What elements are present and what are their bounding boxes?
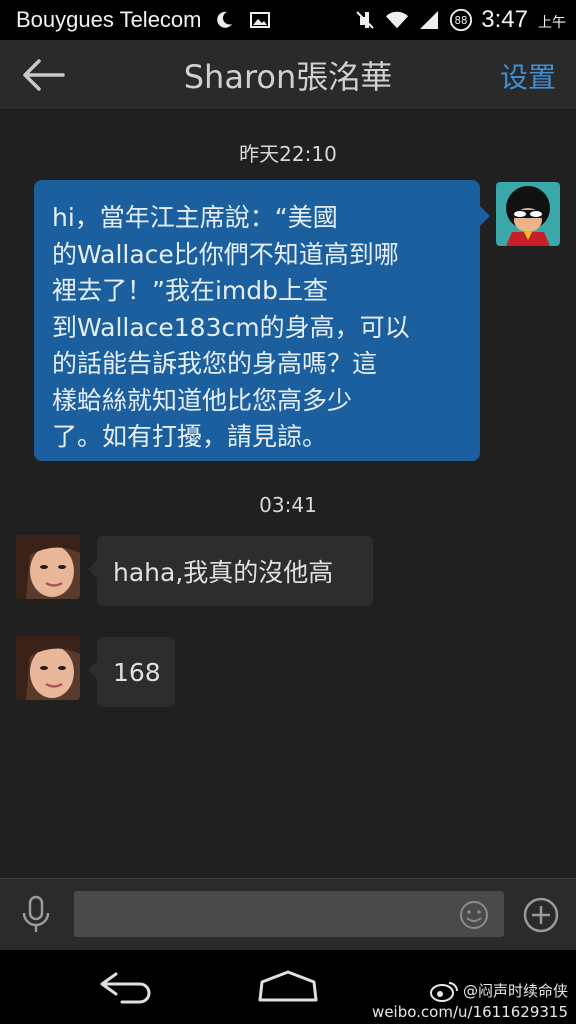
contact-avatar[interactable]	[16, 636, 80, 700]
message-line: hi，當年江主席說：“美國	[52, 203, 338, 232]
plus-icon	[523, 897, 559, 933]
message-line: 的話能告訴我您的身高嗎？這	[52, 349, 378, 378]
message-text: 168	[113, 657, 161, 687]
arrow-left-icon	[23, 59, 65, 91]
message-line: 到Wallace183cm的身高，可以	[52, 312, 410, 342]
moon-icon	[212, 8, 236, 32]
back-button[interactable]	[18, 54, 68, 96]
watermark-handle: @闷声时续命侠	[462, 982, 568, 1000]
battery-icon: 88	[449, 8, 473, 32]
message-input[interactable]	[74, 891, 504, 937]
system-nav-bar: @闷声时续命侠 weibo.com/u/1611629315	[0, 950, 576, 1024]
message-timestamp: 昨天22:10	[239, 142, 337, 166]
image-icon	[248, 8, 272, 32]
microphone-icon	[22, 895, 50, 932]
settings-button[interactable]: 设置	[500, 56, 556, 96]
chat-area[interactable]: 昨天22:10 hi，當年江主席說：“美國 的Wallace比你們不知道高到哪 …	[0, 110, 576, 878]
battery-level: 88	[455, 16, 468, 27]
nav-back-button[interactable]	[96, 968, 156, 1004]
status-bar: Bouygues Telecom 88 3:47 上午	[0, 0, 576, 40]
weibo-logo-icon	[429, 982, 458, 1002]
nav-home-icon	[258, 970, 318, 1002]
bubble-tail	[88, 560, 97, 578]
emoji-button[interactable]	[458, 899, 490, 931]
message-line: 裡去了！”我在imdb上查	[52, 276, 328, 305]
my-avatar[interactable]	[496, 182, 560, 246]
message-line: 樣蛤絲就知道他比您高多少	[52, 385, 353, 415]
nav-home-button[interactable]	[256, 968, 320, 1004]
chat-header: Sharon張洺華 设置	[0, 40, 576, 110]
mute-icon	[353, 8, 377, 32]
clock-ampm: 上午	[538, 15, 566, 31]
signal-icon	[417, 8, 441, 32]
message-timestamp: 03:41	[259, 493, 317, 517]
message-line: 的Wallace比你們不知道高到哪	[52, 239, 399, 269]
wifi-icon	[385, 8, 409, 32]
message-input-bar	[0, 878, 576, 950]
weibo-watermark: @闷声时续命侠 weibo.com/u/1611629315	[372, 980, 568, 1022]
chat-title: Sharon張洺華	[183, 57, 393, 96]
message-line: 了。如有打擾，請見諒。	[52, 422, 328, 451]
nav-back-icon	[100, 972, 151, 1004]
bubble-tail	[88, 661, 97, 679]
incoming-message-bubble[interactable]: haha,我真的沒他高	[88, 536, 373, 606]
microphone-button[interactable]	[18, 895, 54, 935]
watermark-url: weibo.com/u/1611629315	[372, 1003, 568, 1021]
carrier-name: Bouygues Telecom	[16, 7, 202, 32]
incoming-message-bubble[interactable]: 168	[88, 637, 175, 707]
attach-button[interactable]	[522, 896, 560, 934]
emoji-icon	[460, 901, 488, 929]
contact-avatar[interactable]	[16, 535, 80, 599]
bubble-tail	[480, 206, 490, 226]
message-text: haha,我真的沒他高	[113, 558, 334, 587]
outgoing-message-bubble[interactable]: hi，當年江主席說：“美國 的Wallace比你們不知道高到哪 裡去了！”我在i…	[34, 180, 490, 461]
clock-time: 3:47	[481, 6, 528, 33]
